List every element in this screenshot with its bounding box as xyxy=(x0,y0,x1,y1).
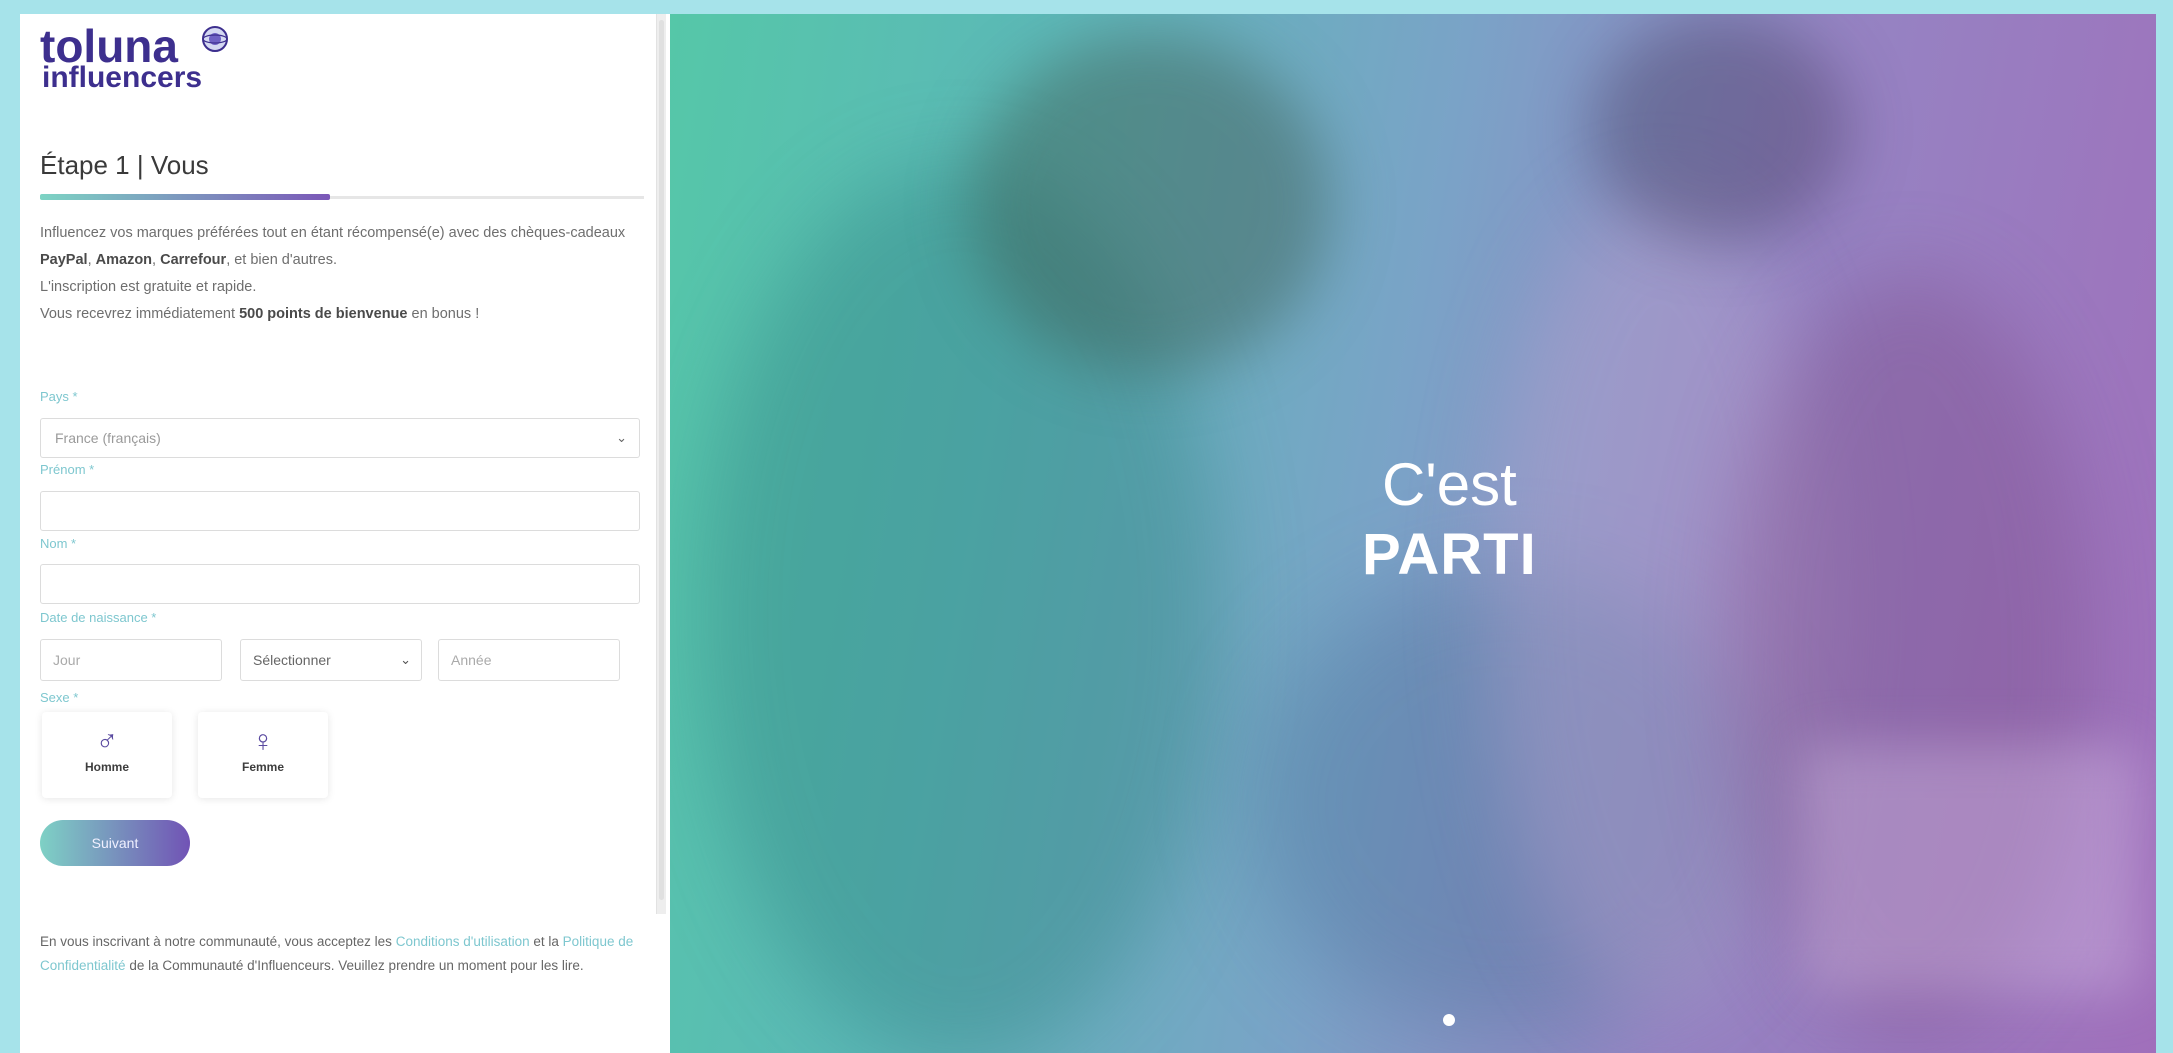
hero-headline-line2: PARTI xyxy=(1362,522,1537,587)
birthdate-label: Date de naissance * xyxy=(40,610,157,625)
firstname-input[interactable] xyxy=(40,491,640,531)
sex-option-female[interactable]: ♀ Femme xyxy=(198,712,328,798)
hero-photo-shape xyxy=(970,34,1330,374)
step-title: Étape 1 | Vous xyxy=(40,150,209,180)
intro-text: Influencez vos marques préférées tout en… xyxy=(40,220,640,328)
intro-line1-prefix: Influencez vos marques préférées tout en… xyxy=(40,225,626,241)
firstname-label: Prénom * xyxy=(40,462,95,477)
country-select[interactable]: France (français) ⌄ xyxy=(40,418,640,458)
birth-month-select[interactable]: Sélectionner ⌄ xyxy=(240,639,422,681)
next-button[interactable]: Suivant xyxy=(40,820,190,866)
birth-day-placeholder: Jour xyxy=(53,652,81,668)
hero-photo-shape xyxy=(1590,14,1850,244)
page-frame: toluna influencers Étape 1 | Vous Influe… xyxy=(20,14,2156,1053)
intro-welcome-points: 500 points de bienvenue xyxy=(239,306,408,322)
male-symbol-icon: ♂ xyxy=(95,725,119,758)
intro-brand-amazon: Amazon xyxy=(95,252,153,268)
form-scrollbar[interactable] xyxy=(656,14,666,914)
chevron-down-icon: ⌄ xyxy=(616,430,627,445)
legal-prefix: En vous inscrivant à notre communauté, v… xyxy=(40,934,392,949)
legal-suffix: de la Communauté d'Influenceurs. Veuille… xyxy=(129,958,584,973)
toluna-logo[interactable]: toluna influencers xyxy=(40,20,260,110)
hero-headline: C'est PARTI xyxy=(1362,450,1537,590)
signup-panel: toluna influencers Étape 1 | Vous Influe… xyxy=(20,14,668,1053)
hero-banner: C'est PARTI xyxy=(670,14,2156,1053)
legal-mid: et la xyxy=(533,934,559,949)
lastname-label: Nom * xyxy=(40,536,77,551)
sex-option-male[interactable]: ♂ Homme xyxy=(42,712,172,798)
female-symbol-icon: ♀ xyxy=(251,725,275,758)
carousel-dot-active[interactable] xyxy=(1443,1014,1455,1026)
birth-day-input[interactable]: Jour xyxy=(40,639,222,681)
globe-logo-icon xyxy=(202,26,228,52)
country-select-value: France (français) xyxy=(55,430,161,446)
chevron-down-icon: ⌄ xyxy=(400,652,411,667)
intro-brand-paypal: PayPal xyxy=(40,252,88,268)
step-progress-fill xyxy=(40,194,330,200)
terms-of-use-link[interactable]: Conditions d'utilisation xyxy=(396,934,530,949)
sex-option-male-label: Homme xyxy=(84,760,129,774)
logo-text-influencers: influencers xyxy=(42,61,203,94)
intro-line2: L'inscription est gratuite et rapide. xyxy=(40,279,257,295)
country-label: Pays * xyxy=(40,389,78,404)
birth-year-placeholder: Année xyxy=(451,652,492,668)
intro-line3-suffix: en bonus ! xyxy=(411,306,480,322)
hero-photo-shape xyxy=(1800,744,2140,994)
lastname-input[interactable] xyxy=(40,564,640,604)
sex-label: Sexe * xyxy=(40,690,79,705)
hero-headline-line1: C'est xyxy=(1381,451,1517,518)
legal-notice: En vous inscrivant à notre communauté, v… xyxy=(40,930,645,978)
birth-year-input[interactable]: Année xyxy=(438,639,620,681)
intro-line3-prefix: Vous recevrez immédiatement xyxy=(40,306,236,322)
intro-line1-suffix: , et bien d'autres. xyxy=(226,252,337,268)
step-progress-bar xyxy=(40,194,644,200)
birth-month-value: Sélectionner xyxy=(253,652,331,668)
intro-brand-carrefour: Carrefour xyxy=(160,252,227,268)
form-scrollbar-thumb[interactable] xyxy=(659,20,664,900)
sex-option-female-label: Femme xyxy=(241,760,285,774)
